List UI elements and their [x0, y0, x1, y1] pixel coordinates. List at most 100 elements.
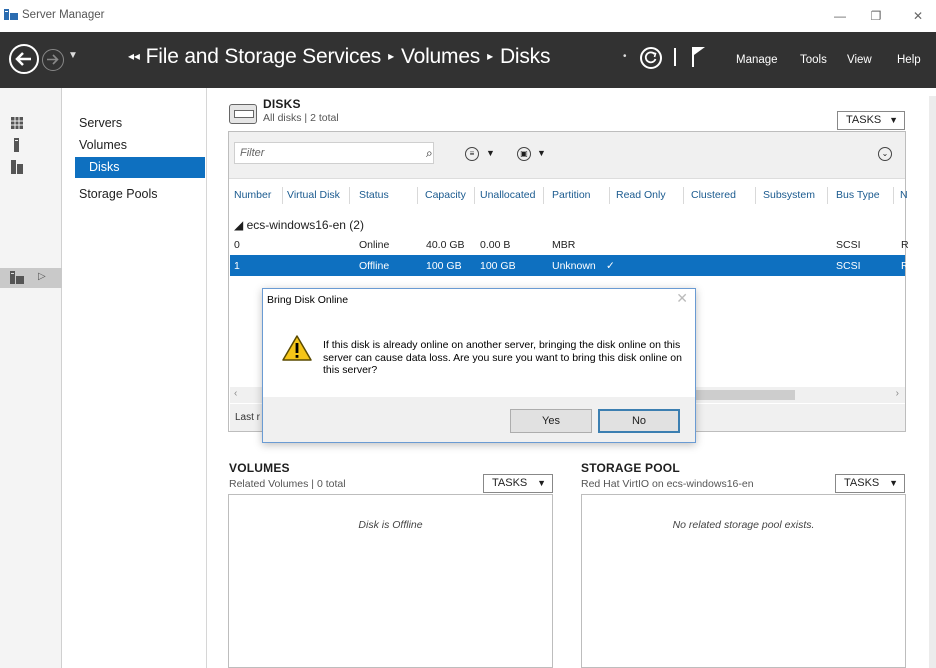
- col-virtual-disk[interactable]: Virtual Disk: [287, 189, 340, 201]
- disk-icon: [229, 104, 257, 124]
- forward-icon[interactable]: [42, 49, 64, 71]
- cell-number: 1: [234, 260, 240, 272]
- table-row-selected[interactable]: 1 Offline 100 GB 100 GB Unknown ✓ SCSI R: [230, 255, 909, 276]
- volumes-title: VOLUMES: [229, 461, 290, 475]
- dialog-close-icon[interactable]: ✕: [676, 290, 688, 307]
- minimize-button[interactable]: —: [826, 4, 854, 28]
- breadcrumb-disks: Disks: [499, 45, 551, 68]
- sub-nav: Servers Volumes Disks Storage Pools: [63, 88, 207, 668]
- vertical-scrollbar[interactable]: [929, 96, 936, 668]
- column-divider: [417, 187, 418, 204]
- subnav-item-volumes[interactable]: Volumes: [79, 138, 127, 152]
- cell-number: 0: [234, 239, 240, 251]
- disks-title: DISKS: [263, 97, 301, 111]
- dialog-footer: Yes No: [263, 397, 695, 442]
- storage-pool-subtitle: Red Hat VirtIO on ecs-windows16-en: [581, 478, 754, 490]
- cell-capacity: 40.0 GB: [426, 239, 465, 251]
- cell-bus-type: SCSI: [836, 239, 861, 251]
- title-bar: Server Manager — ❐ ✕: [0, 0, 936, 32]
- menu-view[interactable]: View: [847, 54, 872, 66]
- close-button[interactable]: ✕: [904, 4, 932, 28]
- col-read-only[interactable]: Read Only: [616, 189, 666, 201]
- search-icon[interactable]: ⌕: [426, 146, 433, 161]
- group-header[interactable]: ◢ ecs-windows16-en (2): [234, 218, 364, 232]
- dialog-message: If this disk is already online on anothe…: [323, 339, 682, 376]
- dashboard-icon[interactable]: [10, 116, 24, 130]
- breadcrumb-dropdown-icon[interactable]: •: [623, 51, 627, 62]
- cell-unallocated: 0.00 B: [480, 239, 511, 251]
- chevron-down-icon: ▼: [889, 478, 898, 488]
- column-divider: [893, 187, 894, 204]
- chevron-down-icon: ▼: [889, 115, 898, 125]
- tasks-label: TASKS: [846, 114, 882, 126]
- subnav-item-storage-pools[interactable]: Storage Pools: [79, 187, 158, 201]
- back-icon[interactable]: [9, 44, 39, 74]
- col-status[interactable]: Status: [359, 189, 389, 201]
- local-server-icon[interactable]: [10, 138, 24, 152]
- file-storage-icon[interactable]: [10, 271, 24, 285]
- col-subsystem[interactable]: Subsystem: [763, 189, 815, 201]
- col-clustered[interactable]: Clustered: [691, 189, 736, 201]
- cell-capacity: 100 GB: [426, 260, 462, 272]
- breadcrumb-separator: ▸: [388, 49, 394, 63]
- disks-tasks-button[interactable]: TASKS ▼: [837, 111, 905, 130]
- refresh-icon[interactable]: [640, 47, 662, 69]
- cell-unallocated: 100 GB: [480, 260, 516, 272]
- col-bus-type[interactable]: Bus Type: [836, 189, 880, 201]
- column-divider: [474, 187, 475, 204]
- subnav-item-disks[interactable]: Disks: [75, 157, 205, 178]
- column-divider: [755, 187, 756, 204]
- filter-input[interactable]: Filter: [234, 142, 434, 164]
- cell-n: R: [901, 239, 909, 251]
- col-capacity[interactable]: Capacity: [425, 189, 466, 201]
- window-title: Server Manager: [22, 9, 105, 21]
- header-bar: ▼ ◂◂ File and Storage Services ▸ Volumes ▸ Di…: [0, 32, 936, 88]
- breadcrumb-file-storage[interactable]: File and Storage Services: [146, 45, 382, 68]
- divider: [674, 48, 676, 66]
- volumes-empty-message: Disk is Offline: [358, 519, 423, 531]
- volumes-tasks-button[interactable]: TASKS ▼: [483, 474, 553, 493]
- bring-disk-online-dialog: Bring Disk Online ✕ If this disk is alre…: [262, 288, 696, 443]
- col-number[interactable]: Number: [234, 189, 271, 201]
- cell-status: Online: [359, 239, 390, 251]
- menu-manage[interactable]: Manage: [736, 54, 778, 66]
- column-divider: [827, 187, 828, 204]
- storage-pool-tasks-button[interactable]: TASKS ▼: [835, 474, 905, 493]
- flag-icon[interactable]: [692, 46, 706, 68]
- column-divider: [683, 187, 684, 204]
- expand-icon[interactable]: ⌄: [878, 147, 892, 161]
- breadcrumb-volumes[interactable]: Volumes: [401, 45, 480, 68]
- col-unallocated[interactable]: Unallocated: [480, 189, 535, 201]
- subnav-item-servers[interactable]: Servers: [79, 116, 122, 130]
- yes-button[interactable]: Yes: [510, 409, 592, 433]
- history-dropdown-icon[interactable]: ▼: [68, 50, 78, 61]
- chevron-down-icon[interactable]: ▼: [486, 148, 495, 158]
- storage-pool-empty-message: No related storage pool exists.: [672, 519, 815, 531]
- server-manager-icon: [4, 9, 18, 20]
- breadcrumb: ◂◂ File and Storage Services ▸ Volumes ▸ Disk…: [128, 45, 550, 69]
- chevron-down-icon[interactable]: ▼: [537, 148, 546, 158]
- disks-subtitle: All disks | 2 total: [263, 112, 339, 124]
- column-divider: [543, 187, 544, 204]
- save-query-icon[interactable]: ▣: [517, 147, 531, 161]
- column-divider: [349, 187, 350, 204]
- all-servers-icon[interactable]: [10, 160, 24, 174]
- menu-tools[interactable]: Tools: [800, 54, 827, 66]
- scroll-right-icon[interactable]: ›: [896, 388, 899, 399]
- maximize-button[interactable]: ❐: [862, 4, 890, 28]
- volumes-subtitle: Related Volumes | 0 total: [229, 478, 346, 490]
- col-partition[interactable]: Partition: [552, 189, 591, 201]
- col-n[interactable]: N: [900, 189, 908, 201]
- no-button[interactable]: No: [598, 409, 680, 433]
- cell-bus-type: SCSI: [836, 260, 861, 272]
- tasks-label: TASKS: [844, 477, 880, 489]
- cell-status: Offline: [359, 260, 390, 272]
- scroll-left-icon[interactable]: ‹: [234, 388, 237, 399]
- cell-read-only: ✓: [606, 260, 615, 272]
- storage-pool-title: STORAGE POOL: [581, 461, 680, 475]
- expand-arrow-icon[interactable]: ▷: [38, 271, 46, 282]
- menu-help[interactable]: Help: [897, 54, 921, 66]
- storage-pool-panel: No related storage pool exists.: [581, 494, 906, 668]
- breadcrumb-lead-icon[interactable]: ◂◂: [128, 49, 140, 63]
- list-options-icon[interactable]: ≡: [465, 147, 479, 161]
